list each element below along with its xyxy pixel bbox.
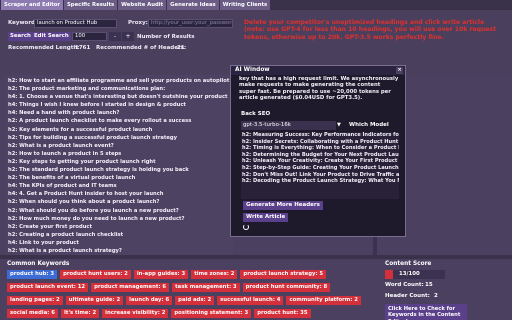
ai-window: AI Window × key that has a high request … xyxy=(230,65,406,237)
write-article-button[interactable]: Write Article xyxy=(243,213,289,222)
keyword-chips: product hub: 3 product hunt users: 2 in-ap… xyxy=(7,270,367,318)
increment-button[interactable]: + xyxy=(122,32,134,41)
keyword-chip[interactable]: It's time: 2 xyxy=(60,309,100,318)
tab-scraper-editor[interactable]: Scraper and Editor xyxy=(1,0,63,10)
word-count-value: 15 xyxy=(425,282,433,288)
tab-generate-ideas[interactable]: Generate Ideas xyxy=(167,0,219,10)
keyword-chip[interactable]: positioning statement: 3 xyxy=(171,309,252,318)
keyword-chip[interactable]: paid ads: 2 xyxy=(175,296,215,305)
ai-window-title: AI Window xyxy=(235,67,270,73)
proxy-label: Proxy: xyxy=(128,20,148,26)
list-item[interactable]: h2: Determining the Budget for Your Next… xyxy=(241,152,399,159)
list-item[interactable]: h2: How to launch a product in 5 steps xyxy=(5,150,233,158)
keyword-label: Keyword: xyxy=(8,20,38,26)
list-item[interactable]: h4: 4. Get a Product Hunt insider to hos… xyxy=(5,190,233,198)
list-item[interactable]: h2: The standard product launch strategy… xyxy=(5,166,233,174)
proxy-input[interactable]: http://your_user:your_password@your_prox… xyxy=(148,19,233,28)
list-item[interactable]: h2: How to start an affiliate programme … xyxy=(5,77,233,85)
recommended-length-value: 1761 xyxy=(75,45,91,51)
generated-headers-list[interactable]: h2: Measuring Success: Key Performance I… xyxy=(241,132,399,199)
keyword-input[interactable]: launch on Product Hub xyxy=(34,19,117,28)
num-results-label: Number of Results xyxy=(137,34,195,40)
header-count-label: Header Count: xyxy=(385,293,430,299)
model-select[interactable]: gpt-3.5-turbo-16k xyxy=(241,121,336,130)
recommended-headers-label: Recommended # of Headers: xyxy=(96,45,187,51)
list-item[interactable]: h2: Create your first product xyxy=(5,223,233,231)
list-item[interactable]: h2: Key elements for a successful produc… xyxy=(5,126,233,134)
keyword-chip[interactable]: social media: 6 xyxy=(7,309,58,318)
keyword-chip[interactable]: ultimate guide: 2 xyxy=(65,296,124,305)
list-item[interactable]: h2: Unleash Your Creativity: Create Your… xyxy=(241,158,399,165)
content-score-title: Content Score xyxy=(385,261,432,267)
keyword-chip[interactable]: increase visibility: 2 xyxy=(102,309,169,318)
keyword-chip[interactable]: product hub: 3 xyxy=(7,270,58,279)
list-item[interactable]: h2: The product marketing and communicat… xyxy=(5,85,233,93)
list-item[interactable]: h2: What is a product launch event? xyxy=(5,142,233,150)
num-results-input[interactable]: 100 xyxy=(72,32,107,41)
check-keywords-button[interactable]: Click Here to Check for Keywords in the … xyxy=(385,304,467,320)
keyword-chip[interactable]: landing pages: 2 xyxy=(7,296,63,305)
keyword-chip[interactable]: in-app guides: 3 xyxy=(133,270,189,279)
common-keywords-title: Common Keywords xyxy=(7,261,70,267)
common-keywords-panel: Common Keywords product hub: 3 product hu… xyxy=(5,261,371,320)
recommended-length-label: Recommended Length: xyxy=(8,45,80,51)
keyword-chip[interactable]: time zones: 2 xyxy=(191,270,238,279)
content-score-panel: Content Score 13/100 Word Count: 15 Head… xyxy=(380,259,512,320)
list-item[interactable]: h2: Measuring Success: Key Performance I… xyxy=(241,132,399,139)
search-button[interactable]: Search xyxy=(8,32,33,41)
keyword-chip[interactable]: product hunt: 35 xyxy=(254,309,311,318)
generate-more-headers-button[interactable]: Generate More Headers xyxy=(243,201,323,210)
tab-specific-results[interactable]: Specific Results xyxy=(63,0,118,10)
keyword-chip[interactable]: task management: 3 xyxy=(172,283,240,292)
keyword-chip[interactable]: product management: 6 xyxy=(91,283,170,292)
ai-window-subheading: Back SEO xyxy=(241,111,271,117)
list-item[interactable]: h2: Insider Secrets: Collaborating with … xyxy=(241,139,399,146)
list-item[interactable]: h4: Things I wish I knew before I starte… xyxy=(5,101,233,109)
tab-bar: Scraper and Editor Specific Results Webs… xyxy=(0,0,512,10)
list-item[interactable]: h2: Timing is Everything: When to Consid… xyxy=(241,145,399,152)
list-item[interactable]: h2: Decoding the Product Launch Strategy… xyxy=(241,178,399,185)
ai-window-description: key that has a high request limit. We as… xyxy=(239,76,399,102)
header-count-value: 2 xyxy=(434,293,438,299)
word-count-label: Word Count: xyxy=(385,282,424,288)
list-item[interactable]: h2: What should you do before you launch… xyxy=(5,207,233,215)
content-score-value: 13/100 xyxy=(399,271,420,277)
list-item[interactable]: h2: Don't Miss Out! Link Your Product to… xyxy=(241,172,399,179)
tab-writing-clients[interactable]: Writing Clients xyxy=(219,0,271,10)
list-item[interactable]: h2: How much money do you need to launch… xyxy=(5,215,233,223)
decrement-button[interactable]: - xyxy=(109,32,121,41)
list-item[interactable]: h2: When should you think about a produc… xyxy=(5,198,233,206)
keyword-chip[interactable]: community platform: 2 xyxy=(286,296,361,305)
keyword-chip[interactable]: product hunt users: 2 xyxy=(60,270,131,279)
list-item[interactable]: h2: Creating a product launch checklist xyxy=(5,231,233,239)
list-item[interactable]: h2: What is a product launch strategy? xyxy=(5,247,233,255)
list-item[interactable]: h4: The KPIs of product and IT teams xyxy=(5,182,233,190)
keyword-chip[interactable]: product launch event: 12 xyxy=(7,283,89,292)
edit-search-button[interactable]: Edit Search xyxy=(32,32,71,41)
tab-website-audit[interactable]: Website Audit xyxy=(118,0,167,10)
content-score-fill xyxy=(385,270,393,279)
chevron-down-icon[interactable]: ▼ xyxy=(337,122,341,128)
list-item[interactable]: h2: The benefits of a virtual product la… xyxy=(5,174,233,182)
list-item[interactable]: h4: Link to your product xyxy=(5,239,233,247)
ai-window-titlebar[interactable]: AI Window × xyxy=(231,66,405,75)
list-item[interactable]: h2: Step-by-Step Guide: Creating Your Pr… xyxy=(241,165,399,172)
recommended-headers-value: 21 xyxy=(177,45,185,51)
list-item[interactable]: h2: Key steps to getting your product la… xyxy=(5,158,233,166)
headings-list[interactable]: h2: How to start an affiliate programme … xyxy=(5,75,233,255)
warning-text: Delete your competitor's unoptimized hea… xyxy=(244,19,496,41)
loading-spinner-icon xyxy=(243,224,249,230)
keyword-chip[interactable]: product hunt community: 8 xyxy=(242,283,331,292)
list-item[interactable]: h2: A product launch checklist to make e… xyxy=(5,117,233,125)
model-label: Which Model xyxy=(349,122,389,128)
close-icon[interactable]: × xyxy=(396,67,403,74)
list-item[interactable]: h4: Need a hand with product launch? xyxy=(5,109,233,117)
keyword-chip[interactable]: launch day: 6 xyxy=(126,296,173,305)
list-item[interactable]: h4: 1. Choose a venue that's interesting… xyxy=(5,93,233,101)
content-score-bar: 13/100 xyxy=(385,270,445,279)
keyword-chip[interactable]: successful launch: 4 xyxy=(217,296,284,305)
keyword-chip[interactable]: product launch strategy: 5 xyxy=(240,270,327,279)
list-item[interactable]: h2: Tips for building a successful produ… xyxy=(5,134,233,142)
